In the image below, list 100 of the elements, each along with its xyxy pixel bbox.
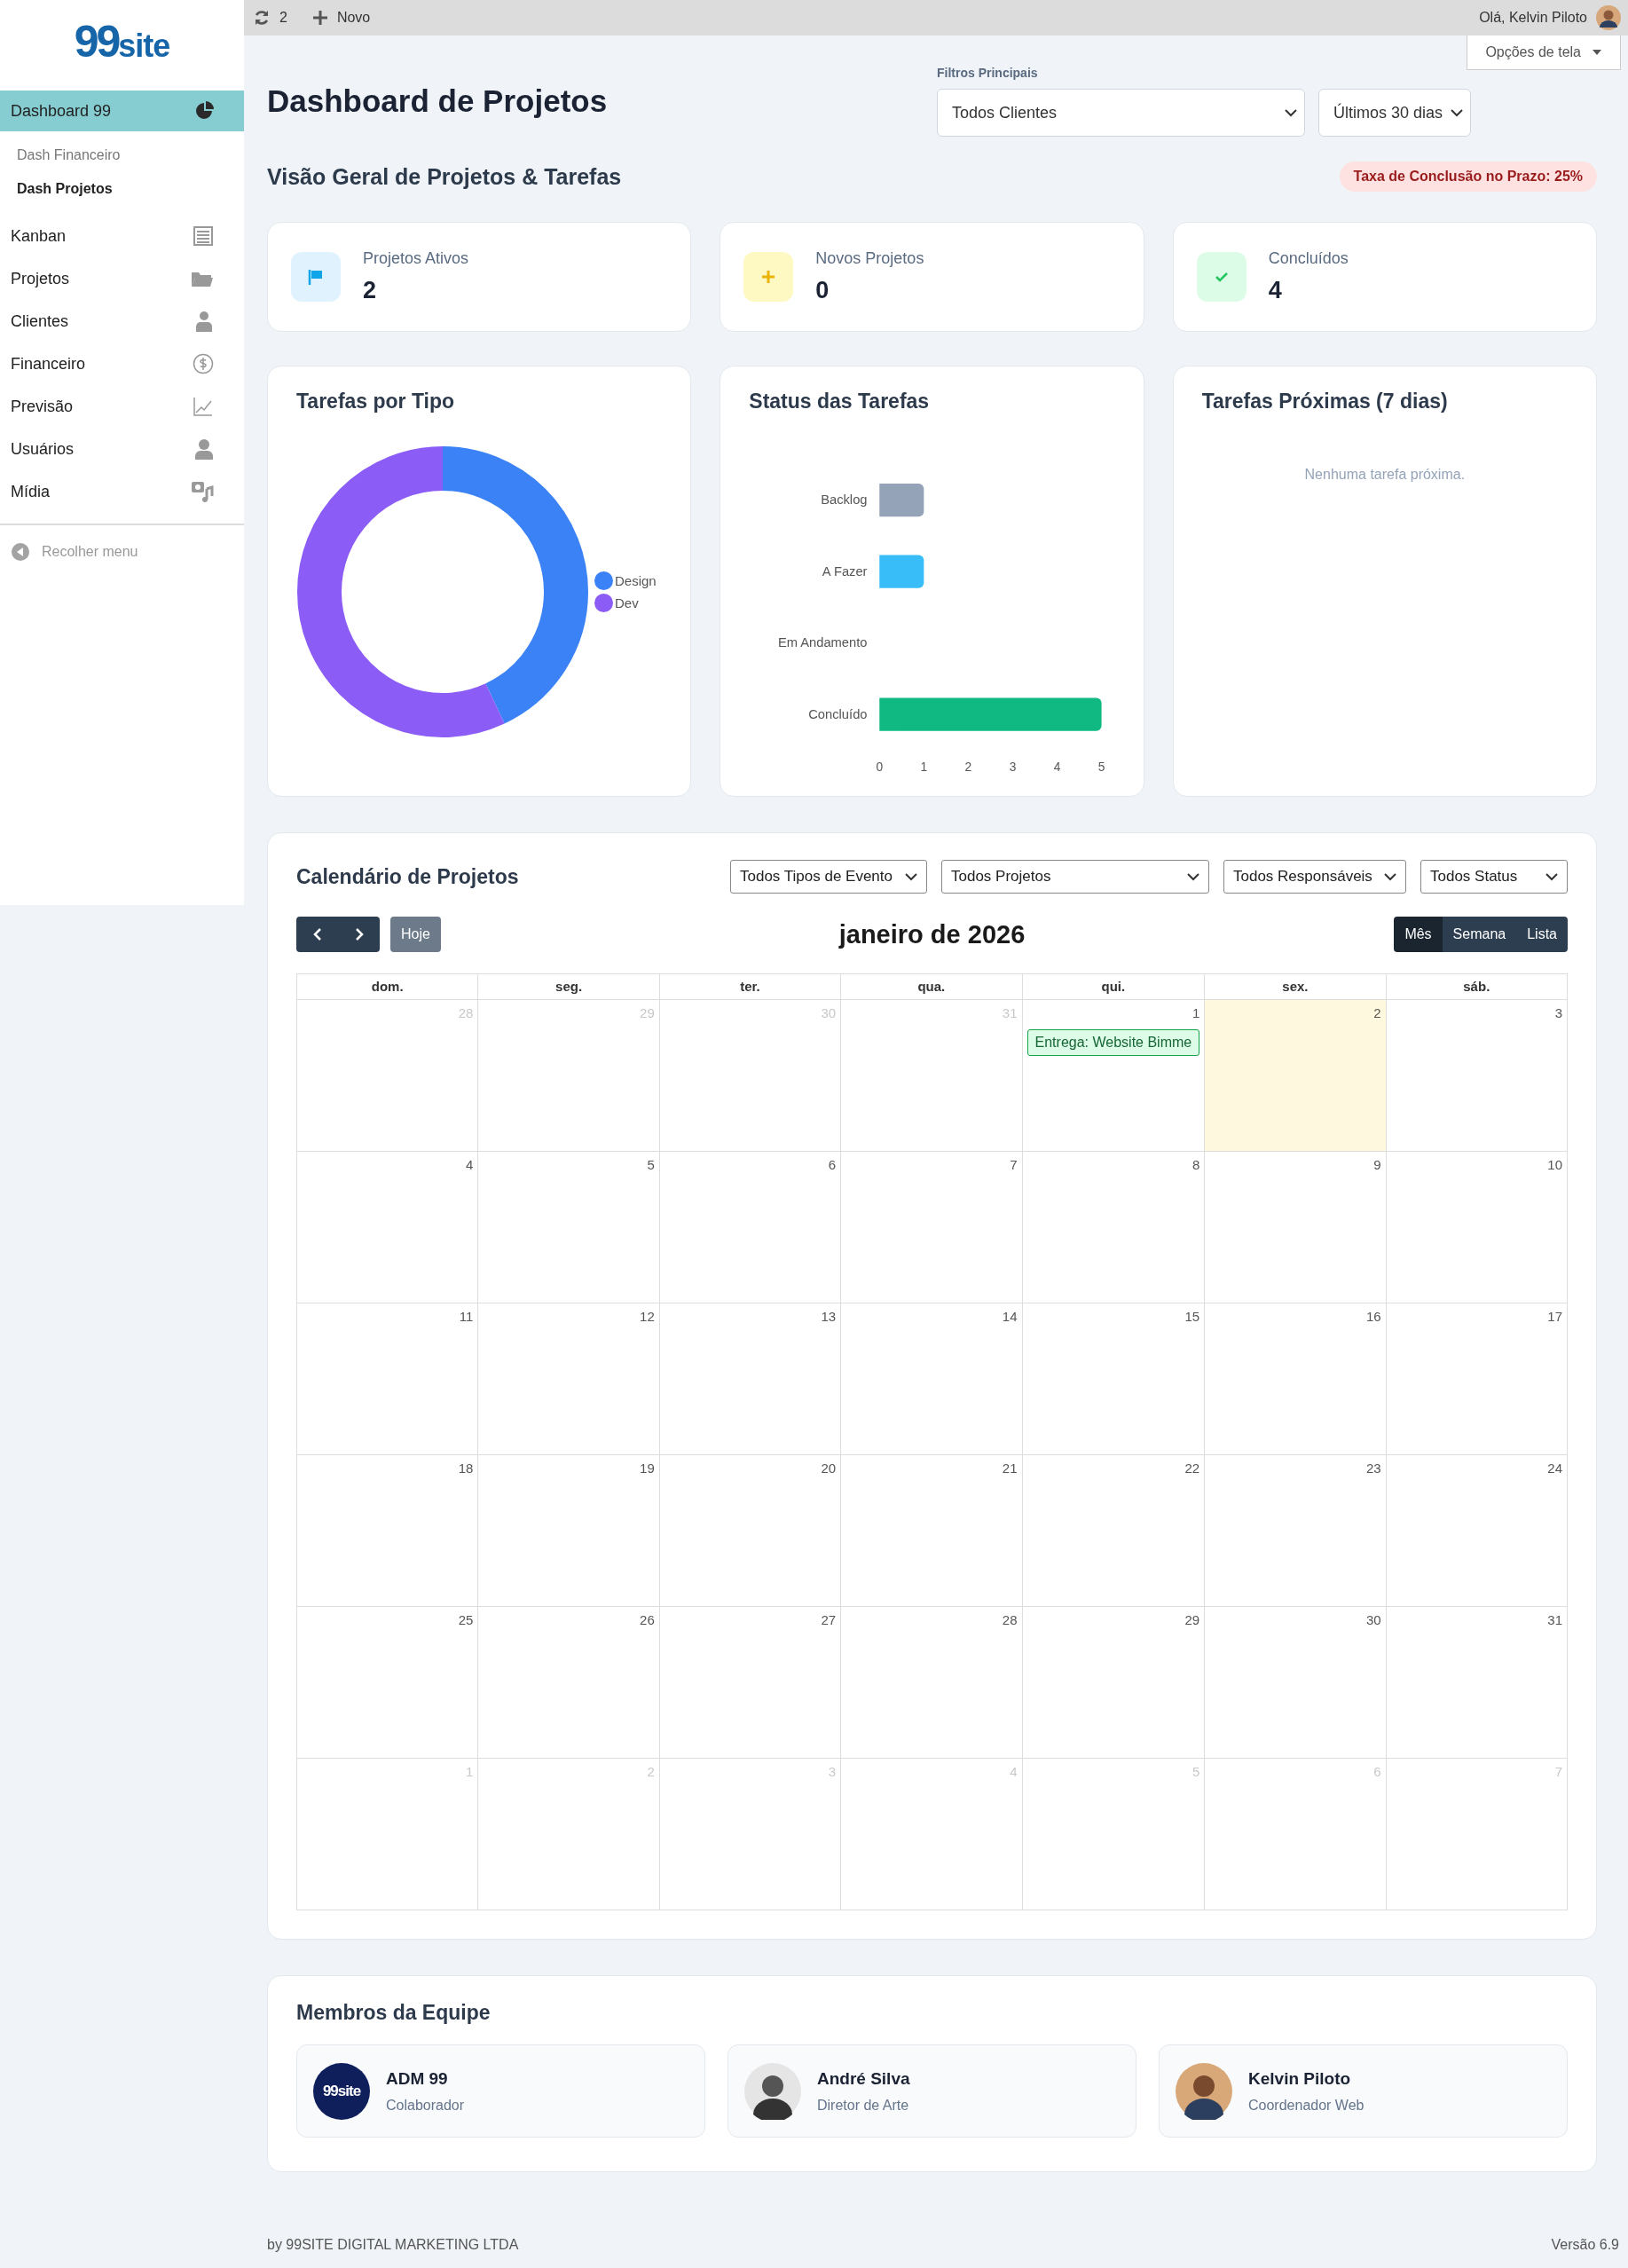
dropdown-triangle-icon: [1592, 48, 1602, 57]
view-tab[interactable]: Mês: [1394, 917, 1443, 952]
nav-item[interactable]: Previsão: [0, 385, 244, 428]
section-title: Visão Geral de Projetos & Tarefas: [267, 163, 622, 190]
day-cell[interactable]: 3: [1386, 1000, 1568, 1152]
nav-item[interactable]: Kanban: [0, 215, 244, 257]
line-chart-icon: [193, 396, 214, 417]
day-cell[interactable]: 21: [841, 1455, 1023, 1607]
weekday-header: dom.: [297, 974, 479, 1000]
day-number: 7: [1010, 1157, 1018, 1172]
view-tab[interactable]: Lista: [1516, 917, 1568, 952]
member-name: André Silva: [817, 2068, 910, 2089]
stat-label: Projetos Ativos: [363, 249, 469, 268]
day-cell[interactable]: 28: [841, 1607, 1023, 1759]
day-cell[interactable]: 13: [659, 1303, 842, 1455]
today-button[interactable]: Hoje: [390, 917, 441, 952]
day-number: 11: [459, 1309, 474, 1324]
nav-item[interactable]: Dashboard 99: [0, 91, 244, 131]
day-cell[interactable]: 2: [1205, 1000, 1387, 1152]
footer-credit: by 99SITE DIGITAL MARKETING LTDA: [267, 2237, 519, 2253]
nav-item[interactable]: Mídia: [0, 470, 244, 513]
filter-dropdown[interactable]: Últimos 30 dias: [1318, 89, 1471, 137]
day-cell[interactable]: 22: [1022, 1455, 1206, 1607]
logo: 99site: [74, 20, 170, 64]
submenu-item[interactable]: Dash Financeiro: [0, 138, 244, 172]
person-icon: [194, 311, 214, 332]
day-number: 30: [1365, 1612, 1381, 1627]
day-cell[interactable]: 5: [478, 1152, 660, 1303]
day-cell[interactable]: 11: [297, 1303, 479, 1455]
day-cell[interactable]: 12: [478, 1303, 660, 1455]
day-cell[interactable]: 9: [1205, 1152, 1387, 1303]
screen-options-button[interactable]: Opções de tela: [1467, 35, 1621, 70]
day-cell[interactable]: 20: [659, 1455, 842, 1607]
day-number: 27: [821, 1612, 837, 1627]
day-cell[interactable]: 23: [1205, 1455, 1387, 1607]
nav-item[interactable]: Usuários: [0, 428, 244, 470]
nav-item[interactable]: Financeiro: [0, 343, 244, 385]
refresh-icon[interactable]: [253, 9, 271, 27]
chevron-down-icon: [1384, 872, 1396, 881]
member-name: ADM 99: [386, 2068, 449, 2089]
day-cell[interactable]: 14: [841, 1303, 1023, 1455]
stat-value: 0: [815, 277, 830, 304]
view-tab[interactable]: Semana: [1442, 917, 1517, 952]
user-greeting[interactable]: Olá, Kelvin Piloto: [1479, 10, 1587, 26]
day-cell[interactable]: 16: [1205, 1303, 1387, 1455]
avatar-icon[interactable]: [1596, 5, 1621, 30]
nav-item[interactable]: Projetos: [0, 257, 244, 300]
calendar-event[interactable]: Entrega: Website Bimme: [1026, 1029, 1200, 1056]
previous-button[interactable]: [296, 917, 338, 952]
submenu-item[interactable]: Dash Projetos: [0, 172, 244, 206]
day-cell[interactable]: 6: [659, 1152, 842, 1303]
weekday-header: ter.: [659, 974, 842, 1000]
legend-label: Dev: [615, 595, 639, 610]
member-role: Diretor de Arte: [817, 2097, 910, 2114]
day-cell[interactable]: 17: [1386, 1303, 1568, 1455]
calendar-filter-dropdown[interactable]: Todos Responsáveis: [1223, 860, 1406, 894]
day-cell[interactable]: 31: [1386, 1607, 1568, 1759]
tick-label: 3: [1009, 760, 1017, 774]
day-cell[interactable]: 7: [841, 1152, 1023, 1303]
chevron-down-icon: [905, 872, 917, 881]
stat-value: 4: [1268, 277, 1283, 304]
day-number: 24: [1547, 1461, 1562, 1476]
day-number: 26: [640, 1612, 655, 1627]
calendar-filter-dropdown[interactable]: Todos Status: [1420, 860, 1568, 894]
next-button[interactable]: [338, 917, 380, 952]
day-number: 25: [458, 1612, 474, 1627]
day-cell[interactable]: 1 Entrega: Website Bimme: [1022, 1000, 1206, 1152]
day-cell[interactable]: 29: [1022, 1607, 1206, 1759]
filter-dropdown[interactable]: Todos Clientes: [937, 89, 1305, 137]
nav-item[interactable]: Clientes: [0, 300, 244, 343]
day-cell[interactable]: 30: [1205, 1607, 1387, 1759]
new-link[interactable]: Novo: [336, 10, 371, 26]
media-icon: [191, 481, 214, 502]
day-number: 1: [1192, 1005, 1200, 1020]
day-cell[interactable]: 8: [1022, 1152, 1206, 1303]
calendar-filter-dropdown[interactable]: Todos Projetos: [941, 860, 1209, 894]
day-cell[interactable]: 15: [1022, 1303, 1206, 1455]
calendar-filter-dropdown[interactable]: Todos Tipos de Evento: [730, 860, 927, 894]
day-cell[interactable]: 10: [1386, 1152, 1568, 1303]
day-cell[interactable]: 19: [478, 1455, 660, 1607]
day-cell[interactable]: 25: [297, 1607, 479, 1759]
card-title: Membros da Equipe: [296, 2001, 492, 2025]
card-title: Status das Tarefas: [749, 390, 931, 413]
tick-label: 5: [1098, 760, 1105, 774]
chevron-down-icon: [1187, 872, 1199, 881]
plus-icon[interactable]: [311, 10, 328, 26]
chevron-down-icon: [1545, 872, 1558, 881]
day-cell[interactable]: 18: [297, 1455, 479, 1607]
month-title: janeiro de 2026: [838, 919, 1026, 949]
day-cell[interactable]: 27: [659, 1607, 842, 1759]
card-title: Calendário de Projetos: [296, 864, 519, 889]
update-count[interactable]: 2: [279, 10, 287, 26]
day-cell[interactable]: 26: [478, 1607, 660, 1759]
stat-value: 2: [363, 277, 378, 304]
legend-label: Design: [615, 573, 657, 588]
day-cell[interactable]: 24: [1386, 1455, 1568, 1607]
day-number: 4: [466, 1157, 474, 1172]
page-title: Dashboard de Projetos: [267, 83, 609, 119]
day-cell[interactable]: 4: [297, 1152, 479, 1303]
filters-label: Filtros Principais: [937, 66, 1039, 80]
